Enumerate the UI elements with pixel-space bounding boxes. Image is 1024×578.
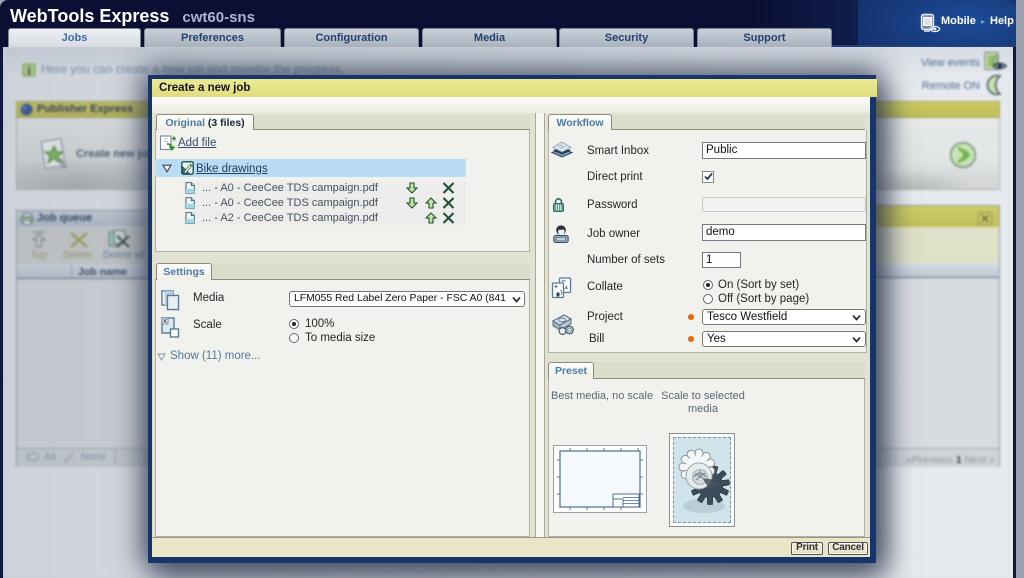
svg-text:K: K xyxy=(163,319,167,325)
